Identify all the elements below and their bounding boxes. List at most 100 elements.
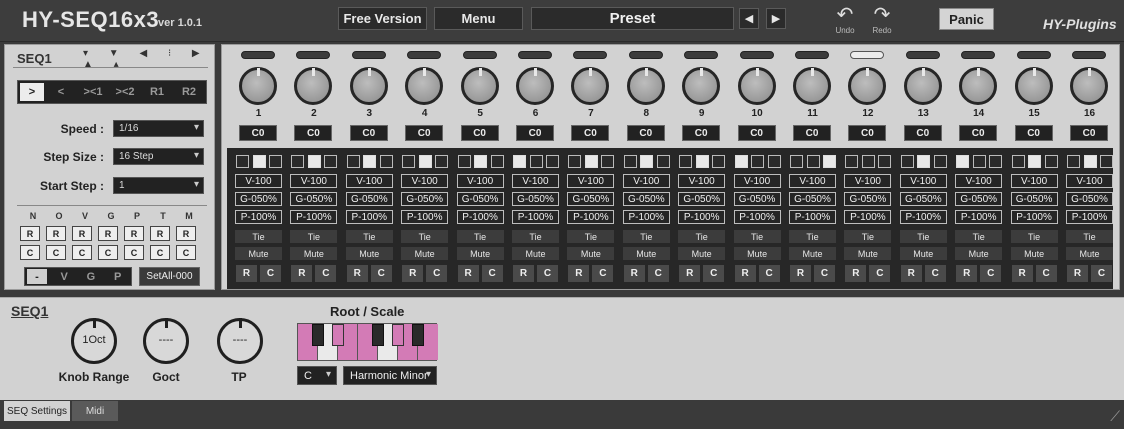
- speed-select[interactable]: 1/16: [113, 120, 204, 137]
- step-pitch-knob[interactable]: [626, 67, 665, 105]
- clear-n-button[interactable]: C: [20, 245, 40, 260]
- step-mute-button[interactable]: Mute: [678, 247, 726, 260]
- undo-button[interactable]: ↶ Undo: [831, 4, 859, 36]
- step-gate-square[interactable]: [435, 155, 449, 168]
- redo-button[interactable]: ↷ Redo: [868, 4, 896, 36]
- mode-pingpong-1[interactable]: ><1: [78, 83, 108, 101]
- step-random-button[interactable]: R: [236, 265, 257, 282]
- step-note[interactable]: C0: [516, 125, 554, 141]
- step-velocity[interactable]: V-100: [899, 174, 947, 188]
- step-velocity[interactable]: V-100: [235, 174, 282, 188]
- key-a-sharp[interactable]: [412, 324, 424, 346]
- step-probability[interactable]: P-100%: [1010, 210, 1058, 224]
- step-gate-square[interactable]: [363, 155, 377, 168]
- step-gate-square[interactable]: [529, 155, 543, 168]
- step-note[interactable]: C0: [294, 125, 333, 141]
- step-mute-button[interactable]: Mute: [733, 247, 781, 260]
- clear-m-button[interactable]: C: [176, 245, 196, 260]
- step-gate-square[interactable]: [989, 155, 1003, 168]
- step-gate[interactable]: G-050%: [955, 192, 1003, 206]
- resize-grip-icon[interactable]: ⟋: [1110, 408, 1120, 425]
- step-gate-square[interactable]: [236, 155, 249, 168]
- step-tie-button[interactable]: Tie: [567, 230, 615, 243]
- step-gate-square[interactable]: [712, 155, 726, 168]
- step-mute-button[interactable]: Mute: [401, 247, 449, 260]
- mode-forward[interactable]: >: [20, 83, 44, 101]
- free-version-button[interactable]: Free Version: [338, 7, 427, 30]
- step-gate-square[interactable]: [767, 155, 781, 168]
- random-n-button[interactable]: R: [20, 226, 40, 241]
- step-gate-square[interactable]: [972, 155, 986, 168]
- step-random-button[interactable]: R: [790, 265, 811, 282]
- step-gate[interactable]: G-050%: [1066, 192, 1113, 206]
- step-tie-button[interactable]: Tie: [789, 230, 836, 243]
- setall-button[interactable]: SetAll-000: [139, 267, 200, 286]
- tab-seq-settings[interactable]: SEQ Settings: [4, 401, 70, 421]
- step-mute-button[interactable]: Mute: [567, 247, 615, 260]
- root-select[interactable]: C: [297, 366, 337, 385]
- step-velocity[interactable]: V-100: [290, 174, 338, 188]
- step-random-button[interactable]: R: [900, 265, 922, 282]
- tab-midi[interactable]: Midi: [72, 401, 118, 421]
- scale-keyboard[interactable]: [297, 323, 438, 361]
- step-tie-button[interactable]: Tie: [235, 230, 282, 243]
- step-velocity[interactable]: V-100: [512, 174, 559, 188]
- step-gate-square[interactable]: [806, 155, 820, 168]
- step-random-button[interactable]: R: [845, 265, 867, 282]
- step-note[interactable]: C0: [349, 125, 388, 141]
- step-gate-square[interactable]: [457, 155, 471, 168]
- preset-next-icon[interactable]: ▶: [766, 8, 786, 29]
- knob-range-knob[interactable]: 1Oct: [71, 318, 117, 364]
- setall-v[interactable]: V: [51, 271, 78, 283]
- step-pitch-knob[interactable]: [959, 67, 998, 105]
- step-probability[interactable]: P-100%: [567, 210, 615, 224]
- step-velocity[interactable]: V-100: [1066, 174, 1113, 188]
- goct-knob[interactable]: ----: [143, 318, 189, 364]
- mode-random-2[interactable]: R2: [174, 83, 204, 101]
- step-gate[interactable]: G-050%: [290, 192, 338, 206]
- step-pitch-knob[interactable]: [294, 67, 333, 105]
- step-gate-square[interactable]: [640, 155, 654, 168]
- step-gate-square[interactable]: [933, 155, 947, 168]
- step-pitch-knob[interactable]: [571, 67, 610, 105]
- step-random-button[interactable]: R: [623, 265, 645, 282]
- step-mute-button[interactable]: Mute: [1010, 247, 1058, 260]
- step-gate[interactable]: G-050%: [345, 192, 393, 206]
- step-note[interactable]: C0: [571, 125, 610, 141]
- random-v-button[interactable]: R: [72, 226, 92, 241]
- step-mute-button[interactable]: Mute: [899, 247, 947, 260]
- step-tie-button[interactable]: Tie: [955, 230, 1003, 243]
- step-tie-button[interactable]: Tie: [733, 230, 781, 243]
- step-tie-button[interactable]: Tie: [456, 230, 504, 243]
- step-gate[interactable]: G-050%: [401, 192, 449, 206]
- step-velocity[interactable]: V-100: [1010, 174, 1058, 188]
- step-random-button[interactable]: R: [734, 265, 756, 282]
- step-note[interactable]: C0: [1014, 125, 1053, 141]
- step-gate[interactable]: G-050%: [235, 192, 282, 206]
- step-velocity[interactable]: V-100: [622, 174, 670, 188]
- step-random-button[interactable]: R: [1067, 265, 1088, 282]
- step-tie-button[interactable]: Tie: [678, 230, 726, 243]
- step-note[interactable]: C0: [793, 125, 831, 141]
- step-clear-button[interactable]: C: [537, 265, 558, 282]
- step-clear-button[interactable]: C: [1035, 265, 1057, 282]
- step-gate[interactable]: G-050%: [678, 192, 726, 206]
- setall-p[interactable]: P: [104, 271, 131, 283]
- step-note[interactable]: C0: [1070, 125, 1108, 141]
- random-g-button[interactable]: R: [98, 226, 118, 241]
- step-probability[interactable]: P-100%: [345, 210, 393, 224]
- step-clear-button[interactable]: C: [370, 265, 392, 282]
- step-tie-button[interactable]: Tie: [1066, 230, 1113, 243]
- step-gate-square[interactable]: [346, 155, 360, 168]
- step-gate-square[interactable]: [956, 155, 970, 168]
- step-random-button[interactable]: R: [679, 265, 701, 282]
- step-gate-square[interactable]: [379, 155, 393, 168]
- step-clear-button[interactable]: C: [260, 265, 281, 282]
- step-gate-square[interactable]: [623, 155, 637, 168]
- step-gate-square[interactable]: [751, 155, 765, 168]
- start-step-select[interactable]: 1: [113, 177, 204, 194]
- step-gate-square[interactable]: [917, 155, 931, 168]
- step-pitch-knob[interactable]: [516, 67, 554, 105]
- step-gate-square[interactable]: [474, 155, 488, 168]
- step-gate-square[interactable]: [601, 155, 615, 168]
